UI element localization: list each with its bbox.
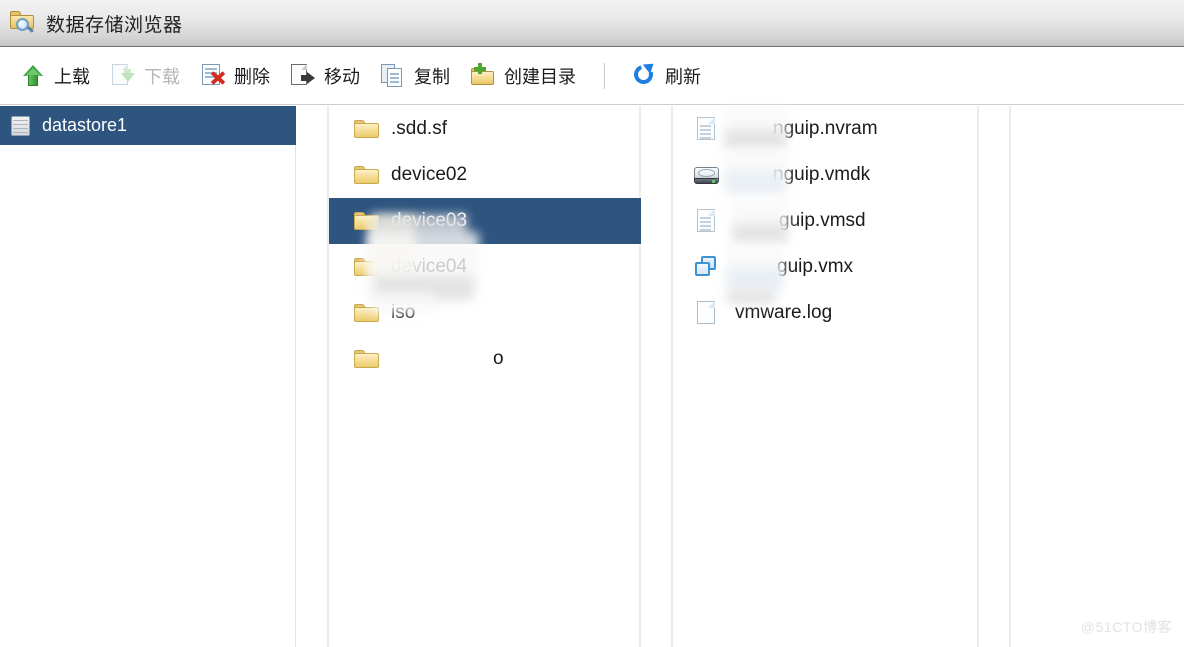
folder-icon bbox=[353, 116, 381, 142]
document-lines-icon bbox=[693, 116, 721, 142]
copy-button-label: 复制 bbox=[414, 67, 450, 87]
upload-icon bbox=[20, 63, 46, 89]
folder-name: iso bbox=[391, 302, 416, 323]
folder-name: .sdd.sf bbox=[391, 118, 447, 139]
refresh-icon bbox=[630, 59, 658, 89]
move-button[interactable]: 移动 bbox=[280, 55, 370, 97]
datastore-icon bbox=[9, 115, 33, 137]
tree-item-datastore1[interactable]: datastore1 bbox=[0, 106, 296, 145]
toolbar-separator bbox=[604, 63, 605, 89]
folder-name: device02 bbox=[391, 164, 468, 185]
folder-icon bbox=[353, 300, 381, 326]
folder-icon bbox=[353, 346, 381, 372]
file-name: vmware.log bbox=[735, 302, 833, 323]
download-button[interactable]: 下载 bbox=[100, 55, 190, 97]
file-list-item[interactable]: guip.vmx bbox=[675, 244, 978, 290]
file-list-item[interactable]: guip.vmsd bbox=[675, 198, 978, 244]
tree-item-label: datastore1 bbox=[42, 115, 128, 135]
upload-button[interactable]: 上载 bbox=[10, 55, 100, 97]
window-titlebar: 数据存储浏览器 bbox=[0, 0, 1184, 47]
move-icon bbox=[290, 63, 316, 89]
folder-list-item[interactable]: iso bbox=[329, 290, 641, 336]
pane-divider-5[interactable] bbox=[1009, 106, 1011, 647]
new-folder-icon bbox=[470, 63, 496, 89]
folder-list-item-redacted[interactable]: o bbox=[329, 336, 641, 382]
file-list-pane: nguip.nvram nguip.vmdk guip.vmsd guip.vm… bbox=[675, 106, 978, 647]
hard-disk-icon bbox=[693, 162, 721, 188]
folder-name: o bbox=[493, 348, 504, 369]
folder-icon bbox=[353, 254, 381, 280]
file-list-item[interactable]: nguip.vmdk bbox=[675, 152, 978, 198]
file-name: nguip.nvram bbox=[773, 118, 878, 139]
folder-list-pane: .sdd.sf device02 device03 device04 iso o bbox=[329, 106, 641, 647]
folder-list-item[interactable]: device02 bbox=[329, 152, 641, 198]
file-name: guip.vmx bbox=[777, 256, 854, 277]
folder-name: device04 bbox=[391, 256, 468, 277]
refresh-button[interactable]: 刷新 bbox=[621, 55, 711, 97]
folder-icon bbox=[353, 162, 381, 188]
delete-icon bbox=[200, 63, 226, 89]
download-button-label: 下载 bbox=[144, 67, 180, 87]
document-blank-icon bbox=[693, 300, 721, 326]
copy-icon bbox=[380, 63, 406, 89]
file-name: guip.vmsd bbox=[779, 210, 866, 231]
toolbar: 上载 下载 删除 移动 复制 创建目录 刷新 bbox=[0, 48, 1184, 105]
file-list-item[interactable]: vmware.log bbox=[675, 290, 978, 336]
delete-button-label: 删除 bbox=[234, 67, 270, 87]
folder-search-icon bbox=[9, 8, 39, 38]
copy-button[interactable]: 复制 bbox=[370, 55, 460, 97]
window-title: 数据存储浏览器 bbox=[46, 14, 183, 36]
delete-button[interactable]: 删除 bbox=[190, 55, 280, 97]
folder-list-item-selected[interactable]: device03 bbox=[329, 198, 641, 244]
vmx-icon bbox=[693, 254, 721, 280]
folder-list-item[interactable]: device04 bbox=[329, 244, 641, 290]
refresh-button-label: 刷新 bbox=[665, 67, 701, 87]
upload-button-label: 上载 bbox=[54, 67, 90, 87]
watermark-label: @51CTO博客 bbox=[1080, 619, 1172, 635]
file-name: nguip.vmdk bbox=[773, 164, 871, 185]
folder-name: device03 bbox=[391, 210, 468, 231]
file-list-item[interactable]: nguip.nvram bbox=[675, 106, 978, 152]
datastore-browser-window: 数据存储浏览器 上载 下载 删除 移动 复制 创建目录 刷新 datastore… bbox=[0, 0, 1184, 647]
create-directory-button-label: 创建目录 bbox=[504, 67, 576, 87]
create-directory-button[interactable]: 创建目录 bbox=[460, 55, 586, 97]
folder-icon bbox=[353, 208, 381, 234]
datastore-tree-pane: datastore1 bbox=[0, 106, 296, 647]
document-lines-icon bbox=[693, 208, 721, 234]
download-icon bbox=[110, 63, 136, 89]
move-button-label: 移动 bbox=[324, 67, 360, 87]
folder-list-item[interactable]: .sdd.sf bbox=[329, 106, 641, 152]
browser-body: datastore1 .sdd.sf device02 device03 dev… bbox=[0, 106, 1184, 647]
pane-divider-3[interactable] bbox=[671, 106, 673, 647]
